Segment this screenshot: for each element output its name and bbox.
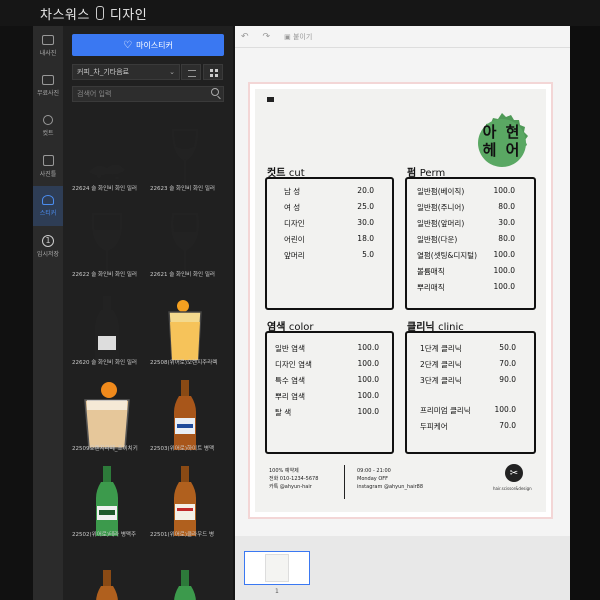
sticker-item[interactable]: [69, 284, 145, 368]
rail-item-cut[interactable]: 컷트: [33, 106, 63, 146]
sticker-caption: 22623 술 화인비 화인 밀러: [150, 186, 215, 192]
sticker-panel: ♡ 마이스티커 커피_차_기타음료 ⌄ 검색어 입력 22624 술 화인비 화…: [63, 26, 233, 600]
sticker-item[interactable]: [69, 110, 145, 194]
sticker-caption: 22624 술 화인비 화인 밀러: [72, 186, 137, 192]
footer-hours: 09:00 - 21:00 Monday OFF instagram @ahyu…: [357, 468, 424, 490]
salon-name: 아 현 헤 어: [482, 123, 522, 159]
rail-item-my-photos[interactable]: 내사진: [33, 26, 63, 66]
heart-icon: ♡: [123, 39, 133, 51]
search-icon[interactable]: [211, 88, 219, 96]
page-number: 1: [275, 588, 279, 595]
number-one-icon: 1: [42, 234, 54, 247]
thumbnail-preview: [265, 554, 289, 582]
footer-contact: 100% 예약제 전화 010-1234-5678 카톡 @ahyun-hair: [269, 468, 319, 490]
sticker-item[interactable]: [147, 370, 223, 454]
paste-button[interactable]: ▣ 붙이기: [284, 32, 326, 42]
tool-rail: 내사진 무료사진 컷트 사진틀 스티커 1 임시저장: [33, 26, 63, 600]
app-title-suffix: 디자인: [109, 7, 148, 23]
photo-icon: [42, 35, 54, 45]
scissors-icon: [43, 115, 53, 125]
hite-bottle-sticker: [174, 380, 196, 450]
sticker-item[interactable]: [147, 284, 223, 368]
rail-item-temp-save[interactable]: 1 임시저장: [33, 226, 63, 266]
beer-bottle-sticker: [96, 570, 118, 600]
sticker-caption: 22501(위어로)클라우드 병: [150, 532, 215, 538]
editor-toolbar: ↶ ↷ ▣ 붙이기: [235, 26, 570, 48]
redo-icon[interactable]: ↷: [263, 32, 271, 42]
app-title: 차스워스: [40, 7, 90, 23]
green-bottle-sticker: [174, 570, 196, 600]
category-select[interactable]: 커피_차_기타음료 ⌄: [72, 64, 180, 80]
page-thumbnail[interactable]: [244, 551, 310, 585]
orange-juice-sticker: [168, 300, 202, 361]
menu-page[interactable]: 아 현 헤 어 컷트 cut 남 성 20.0 여 성 25.0 디자인 30.0 어…: [248, 82, 553, 519]
editor-canvas-area: ↶ ↷ ▣ 붙이기 아 현 헤 어 컷트 cut 남 성 20.0 여 성 25.0: [235, 26, 570, 536]
rail-item-free-photos[interactable]: 무료사진: [33, 66, 63, 106]
sticker-caption: 22509오렌지라떼_조이치키: [72, 446, 138, 452]
search-input[interactable]: 검색어 입력: [72, 86, 224, 102]
sticker-caption: 22508(위어로)오렌지주라렉: [150, 360, 218, 366]
image-icon: [42, 75, 54, 85]
my-sticker-button[interactable]: ♡ 마이스티커: [72, 34, 224, 56]
sticker-caption: 22622 술 화인비 화인 밀러: [72, 272, 137, 278]
sticker-item[interactable]: [147, 110, 223, 194]
frame-icon: [42, 154, 54, 166]
sticker-caption: 22502(위어로)테라 병맥주: [72, 532, 137, 538]
sticker-caption: 22620 술 화인비 화인 밀러: [72, 360, 137, 366]
soju-bottle-sticker: [95, 296, 119, 362]
rail-item-sticker[interactable]: 스티커: [33, 186, 63, 226]
sticker-caption: 22621 술 화인비 화인 밀러: [150, 272, 215, 278]
page-thumbnail-strip: 1: [235, 536, 570, 600]
menu-page-content: 아 현 헤 어 컷트 cut 남 성 20.0 여 성 25.0 디자인 30.0 어…: [255, 89, 546, 512]
right-margin: [570, 26, 600, 600]
heart-icon: [42, 195, 54, 205]
bottle-icon: [95, 6, 104, 20]
rail-item-frame[interactable]: 사진틀: [33, 146, 63, 186]
sticker-item[interactable]: [69, 542, 145, 600]
sticker-item[interactable]: [147, 456, 223, 540]
menu-icon: [267, 97, 274, 102]
sticker-item[interactable]: [147, 542, 223, 600]
chevron-down-icon: ⌄: [169, 68, 175, 76]
cloud-bottle-sticker: [174, 466, 196, 536]
footer-divider: [344, 465, 345, 499]
sticker-item[interactable]: [69, 456, 145, 540]
sticker-caption: 22503(위어로)하이트 병맥: [150, 446, 215, 452]
scissor-caption: hair.scissor&design: [493, 486, 532, 491]
list-view-button[interactable]: [181, 64, 201, 80]
undo-icon[interactable]: ↶: [241, 32, 249, 42]
orange-latte-sticker: [84, 382, 130, 449]
grid-view-button[interactable]: [203, 64, 223, 80]
terra-bottle-sticker: [96, 466, 118, 536]
title-bar: 차스워스 디자인: [0, 0, 600, 26]
sticker-item[interactable]: [69, 370, 145, 454]
scissors-icon: ✂: [505, 464, 523, 482]
